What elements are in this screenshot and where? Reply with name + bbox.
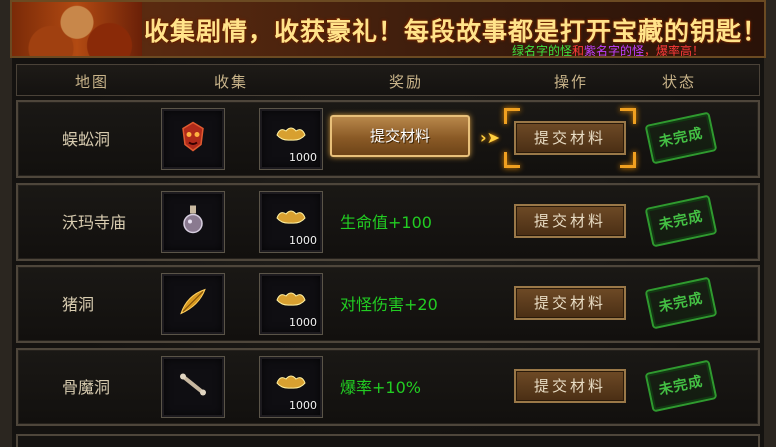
table-row: 蜈蚣洞 1000 提交材料 ›➤ 提交材料 未完成: [16, 100, 760, 178]
bone-icon: [177, 369, 209, 406]
map-name: 沃玛寺庙: [62, 213, 127, 232]
material-item-slot[interactable]: 1000: [259, 356, 323, 418]
potion-flask-icon: [181, 204, 205, 241]
banner-subtitle: 绿名字的怪和紫名字的怪，爆率高！: [511, 42, 704, 58]
gold-ingot-icon: [276, 127, 306, 141]
reward-text: 生命值+100: [340, 213, 432, 232]
map-name: 蜈蚣洞: [62, 130, 111, 149]
gold-ingot-icon: [276, 375, 306, 389]
material-quantity: 1000: [289, 316, 317, 329]
map-name: 猪洞: [62, 295, 95, 314]
map-name: 骨魔洞: [62, 378, 111, 397]
warrior-portrait-icon: [12, 2, 142, 56]
banner: 收集剧情，收获豪礼！每段故事都是打开宝藏的钥匙！ 绿名字的怪和紫名字的怪，爆率高…: [10, 0, 766, 58]
header-operation: 操作: [554, 73, 589, 91]
red-mask-icon: [179, 121, 207, 158]
banner-sub-rate: ，爆率高！: [643, 44, 704, 58]
status-stamp: 未完成: [644, 194, 718, 248]
header-map: 地图: [75, 73, 110, 91]
material-quantity: 1000: [289, 234, 317, 247]
material-quantity: 1000: [289, 151, 317, 164]
collect-item-slot[interactable]: [161, 108, 225, 170]
header-status: 状态: [662, 73, 697, 91]
status-stamp: 未完成: [644, 111, 718, 165]
table-row: 沃玛寺庙 1000 生命值+100 提交材料 未完成: [16, 183, 760, 261]
submit-materials-button[interactable]: 提交材料: [514, 369, 626, 403]
banner-sub-purple: 紫名字的怪: [583, 44, 644, 58]
submit-materials-button[interactable]: 提交材料: [514, 204, 626, 238]
collect-item-slot[interactable]: [161, 191, 225, 253]
table-row: 骨魔洞 1000 爆率+10% 提交材料 未完成: [16, 348, 760, 426]
gold-ingot-icon: [276, 210, 306, 224]
table-row-partial: [16, 434, 760, 447]
reward-submit-button[interactable]: 提交材料: [330, 115, 470, 157]
status-stamp: 未完成: [644, 276, 718, 330]
collect-item-slot[interactable]: [161, 356, 225, 418]
header-reward: 奖励: [389, 73, 424, 91]
golden-feather-icon: [177, 286, 209, 323]
table-row: 猪洞 1000 对怪伤害+20 提交材料 未完成: [16, 265, 760, 343]
material-item-slot[interactable]: 1000: [259, 273, 323, 335]
arrow-indicator-icon: ›➤: [480, 128, 500, 147]
submit-materials-button[interactable]: 提交材料: [514, 286, 626, 320]
banner-sub-green: 绿名字的怪: [511, 44, 572, 58]
submit-materials-button[interactable]: 提交材料: [514, 121, 626, 155]
header-collect: 收集: [214, 73, 249, 91]
status-stamp: 未完成: [644, 359, 718, 413]
gold-ingot-icon: [276, 292, 306, 306]
material-quantity: 1000: [289, 399, 317, 412]
material-item-slot[interactable]: 1000: [259, 191, 323, 253]
reward-text: 对怪伤害+20: [340, 295, 438, 314]
material-item-slot[interactable]: 1000: [259, 108, 323, 170]
table-header: 地图 收集 奖励 操作 状态: [16, 64, 760, 96]
collect-item-slot[interactable]: [161, 273, 225, 335]
reward-text: 爆率+10%: [340, 378, 421, 397]
banner-sub-and: 和: [571, 44, 584, 58]
